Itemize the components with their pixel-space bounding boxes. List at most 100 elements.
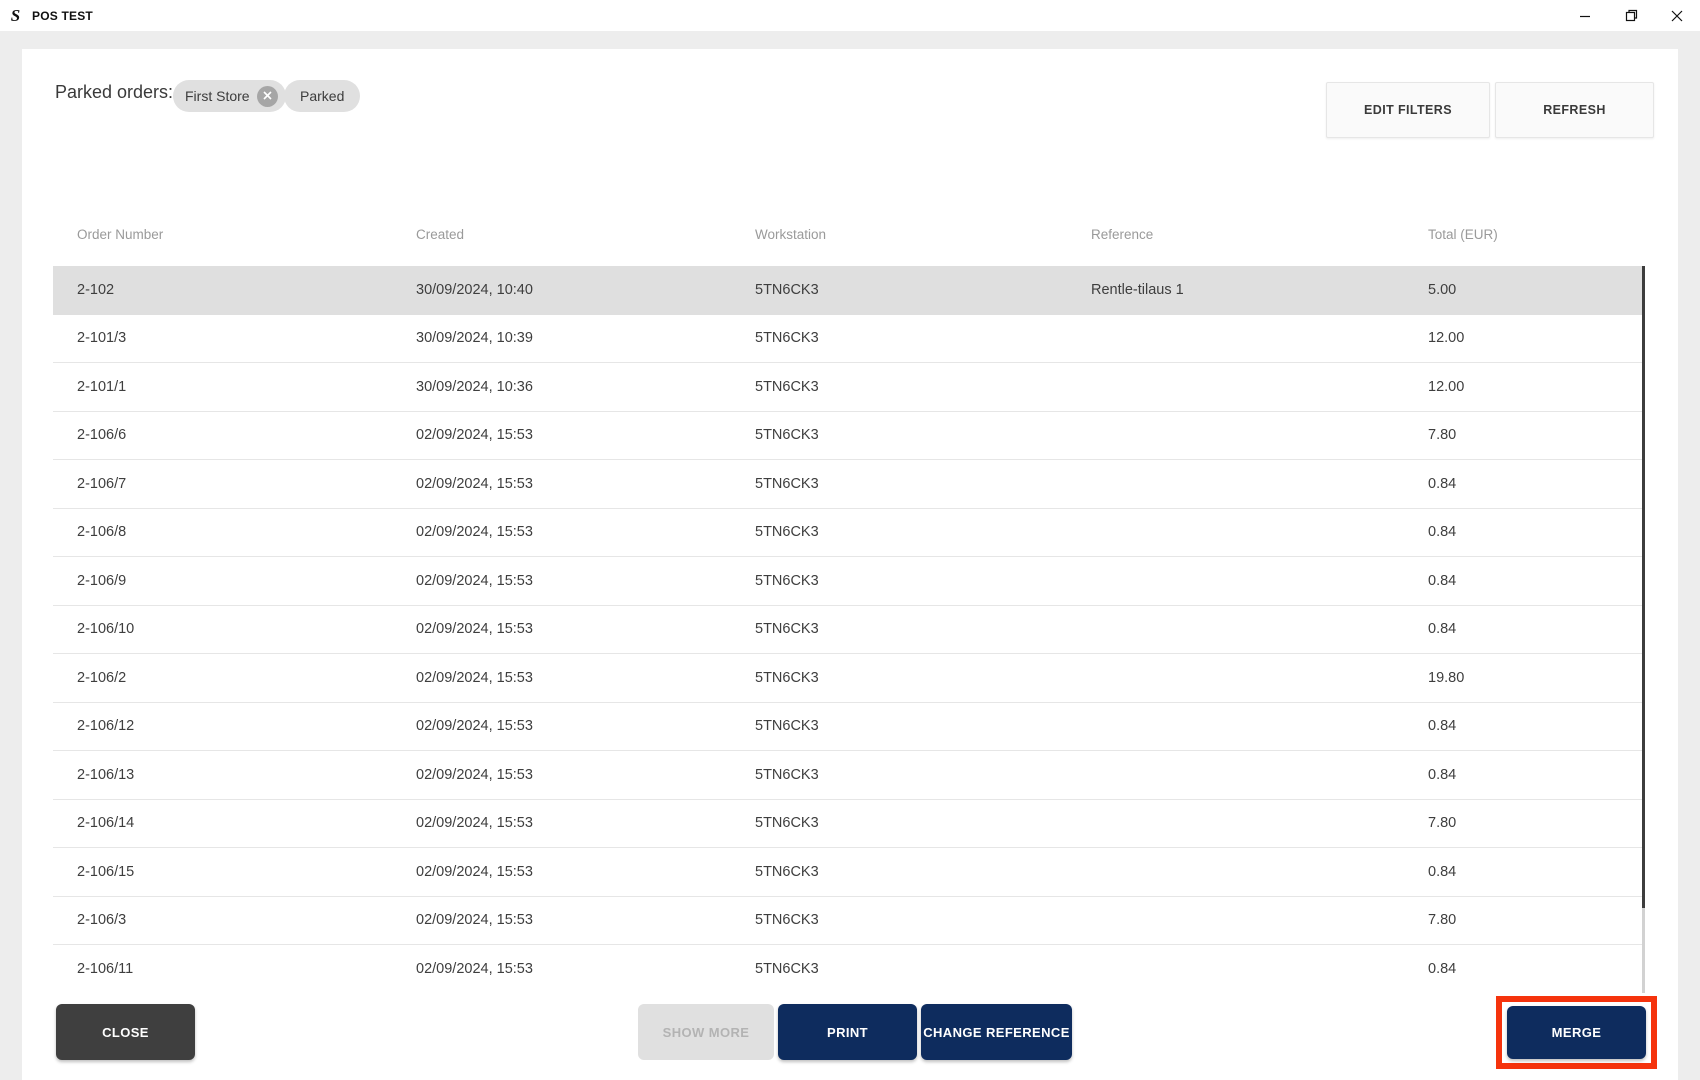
cell-reference: Rentle-tilaus 1 xyxy=(1091,282,1428,298)
table-row[interactable]: 2-106/12 02/09/2024, 15:53 5TN6CK3 0.84 xyxy=(53,703,1642,752)
cell-created: 02/09/2024, 15:53 xyxy=(416,524,755,540)
window-controls xyxy=(1562,0,1700,31)
cell-workstation: 5TN6CK3 xyxy=(755,330,1091,346)
cell-total: 0.84 xyxy=(1428,767,1642,783)
table-row[interactable]: 2-106/11 02/09/2024, 15:53 5TN6CK3 0.84 xyxy=(53,945,1642,993)
cell-created: 02/09/2024, 15:53 xyxy=(416,476,755,492)
table-scrollbar-thumb[interactable] xyxy=(1642,266,1645,908)
cell-created: 02/09/2024, 15:53 xyxy=(416,767,755,783)
column-header-total: Total (EUR) xyxy=(1428,227,1642,242)
cell-order-number: 2-101/1 xyxy=(77,379,416,395)
title-bar: S POS TEST xyxy=(0,0,1700,31)
cell-created: 02/09/2024, 15:53 xyxy=(416,718,755,734)
app-window: S POS TEST xyxy=(0,0,1700,1080)
cell-total: 0.84 xyxy=(1428,961,1642,977)
filter-chip-label: Parked xyxy=(300,88,344,104)
cell-total: 5.00 xyxy=(1428,282,1642,298)
table-row[interactable]: 2-106/13 02/09/2024, 15:53 5TN6CK3 0.84 xyxy=(53,751,1642,800)
filter-chip-first-store[interactable]: First Store xyxy=(173,80,286,112)
cell-created: 02/09/2024, 15:53 xyxy=(416,573,755,589)
cell-created: 02/09/2024, 15:53 xyxy=(416,670,755,686)
app-logo-icon: S xyxy=(7,7,24,24)
merge-highlight-annotation: MERGE xyxy=(1496,996,1657,1069)
cell-total: 0.84 xyxy=(1428,524,1642,540)
restore-button[interactable] xyxy=(1608,0,1654,31)
table-row[interactable]: 2-106/6 02/09/2024, 15:53 5TN6CK3 7.80 xyxy=(53,412,1642,461)
close-window-button[interactable] xyxy=(1654,0,1700,31)
cell-created: 02/09/2024, 15:53 xyxy=(416,961,755,977)
column-header-workstation: Workstation xyxy=(755,227,1091,242)
restore-icon xyxy=(1625,9,1638,22)
table-row[interactable]: 2-106/10 02/09/2024, 15:53 5TN6CK3 0.84 xyxy=(53,606,1642,655)
cell-total: 0.84 xyxy=(1428,621,1642,637)
table-row[interactable]: 2-101/1 30/09/2024, 10:36 5TN6CK3 12.00 xyxy=(53,363,1642,412)
window-title: POS TEST xyxy=(32,9,93,23)
remove-filter-x-icon xyxy=(262,89,273,104)
cell-order-number: 2-102 xyxy=(77,282,416,298)
cell-order-number: 2-106/3 xyxy=(77,912,416,928)
cell-order-number: 2-106/11 xyxy=(77,961,416,977)
print-button[interactable]: PRINT xyxy=(778,1004,917,1060)
cell-workstation: 5TN6CK3 xyxy=(755,524,1091,540)
table-row[interactable]: 2-101/3 30/09/2024, 10:39 5TN6CK3 12.00 xyxy=(53,315,1642,364)
cell-workstation: 5TN6CK3 xyxy=(755,767,1091,783)
parked-orders-panel: Parked orders: First Store Parked EDIT F… xyxy=(22,49,1678,1080)
cell-workstation: 5TN6CK3 xyxy=(755,573,1091,589)
close-button[interactable]: CLOSE xyxy=(56,1004,195,1060)
edit-filters-button[interactable]: EDIT FILTERS xyxy=(1326,82,1490,138)
cell-workstation: 5TN6CK3 xyxy=(755,815,1091,831)
minimize-icon xyxy=(1579,10,1591,22)
table-row[interactable]: 2-106/8 02/09/2024, 15:53 5TN6CK3 0.84 xyxy=(53,509,1642,558)
cell-order-number: 2-106/6 xyxy=(77,427,416,443)
column-header-order-number: Order Number xyxy=(77,227,416,242)
cell-created: 02/09/2024, 15:53 xyxy=(416,815,755,831)
cell-total: 12.00 xyxy=(1428,379,1642,395)
cell-total: 19.80 xyxy=(1428,670,1642,686)
table-header-row: Order Number Created Workstation Referen… xyxy=(53,212,1642,256)
cell-total: 7.80 xyxy=(1428,815,1642,831)
cell-created: 02/09/2024, 15:53 xyxy=(416,912,755,928)
cell-order-number: 2-106/7 xyxy=(77,476,416,492)
merge-button[interactable]: MERGE xyxy=(1507,1006,1646,1059)
cell-order-number: 2-106/13 xyxy=(77,767,416,783)
filter-chip-parked[interactable]: Parked xyxy=(284,80,360,112)
remove-filter-button[interactable] xyxy=(257,86,278,107)
cell-workstation: 5TN6CK3 xyxy=(755,864,1091,880)
cell-workstation: 5TN6CK3 xyxy=(755,718,1091,734)
table-row[interactable]: 2-106/14 02/09/2024, 15:53 5TN6CK3 7.80 xyxy=(53,800,1642,849)
table-row[interactable]: 2-106/9 02/09/2024, 15:53 5TN6CK3 0.84 xyxy=(53,557,1642,606)
cell-workstation: 5TN6CK3 xyxy=(755,282,1091,298)
table-body: 2-102 30/09/2024, 10:40 5TN6CK3 Rentle-t… xyxy=(53,266,1642,993)
table-row[interactable]: 2-106/7 02/09/2024, 15:53 5TN6CK3 0.84 xyxy=(53,460,1642,509)
cell-workstation: 5TN6CK3 xyxy=(755,621,1091,637)
table-row[interactable]: 2-106/3 02/09/2024, 15:53 5TN6CK3 7.80 xyxy=(53,897,1642,946)
change-reference-button[interactable]: CHANGE REFERENCE xyxy=(921,1004,1072,1060)
cell-total: 7.80 xyxy=(1428,427,1642,443)
close-icon xyxy=(1671,10,1683,22)
cell-workstation: 5TN6CK3 xyxy=(755,427,1091,443)
table-scrollbar-track[interactable] xyxy=(1642,266,1645,993)
cell-created: 02/09/2024, 15:53 xyxy=(416,864,755,880)
table-row[interactable]: 2-106/15 02/09/2024, 15:53 5TN6CK3 0.84 xyxy=(53,848,1642,897)
cell-created: 02/09/2024, 15:53 xyxy=(416,621,755,637)
cell-total: 0.84 xyxy=(1428,573,1642,589)
table-row[interactable]: 2-106/2 02/09/2024, 15:53 5TN6CK3 19.80 xyxy=(53,654,1642,703)
table-row[interactable]: 2-102 30/09/2024, 10:40 5TN6CK3 Rentle-t… xyxy=(53,266,1642,315)
cell-workstation: 5TN6CK3 xyxy=(755,476,1091,492)
cell-total: 7.80 xyxy=(1428,912,1642,928)
cell-workstation: 5TN6CK3 xyxy=(755,912,1091,928)
cell-order-number: 2-106/9 xyxy=(77,573,416,589)
cell-order-number: 2-106/12 xyxy=(77,718,416,734)
cell-created: 30/09/2024, 10:39 xyxy=(416,330,755,346)
cell-order-number: 2-106/15 xyxy=(77,864,416,880)
cell-order-number: 2-106/10 xyxy=(77,621,416,637)
cell-total: 12.00 xyxy=(1428,330,1642,346)
show-more-button[interactable]: SHOW MORE xyxy=(638,1004,774,1060)
cell-total: 0.84 xyxy=(1428,476,1642,492)
cell-created: 30/09/2024, 10:40 xyxy=(416,282,755,298)
cell-workstation: 5TN6CK3 xyxy=(755,670,1091,686)
cell-total: 0.84 xyxy=(1428,864,1642,880)
refresh-button[interactable]: REFRESH xyxy=(1495,82,1654,138)
minimize-button[interactable] xyxy=(1562,0,1608,31)
column-header-reference: Reference xyxy=(1091,227,1428,242)
